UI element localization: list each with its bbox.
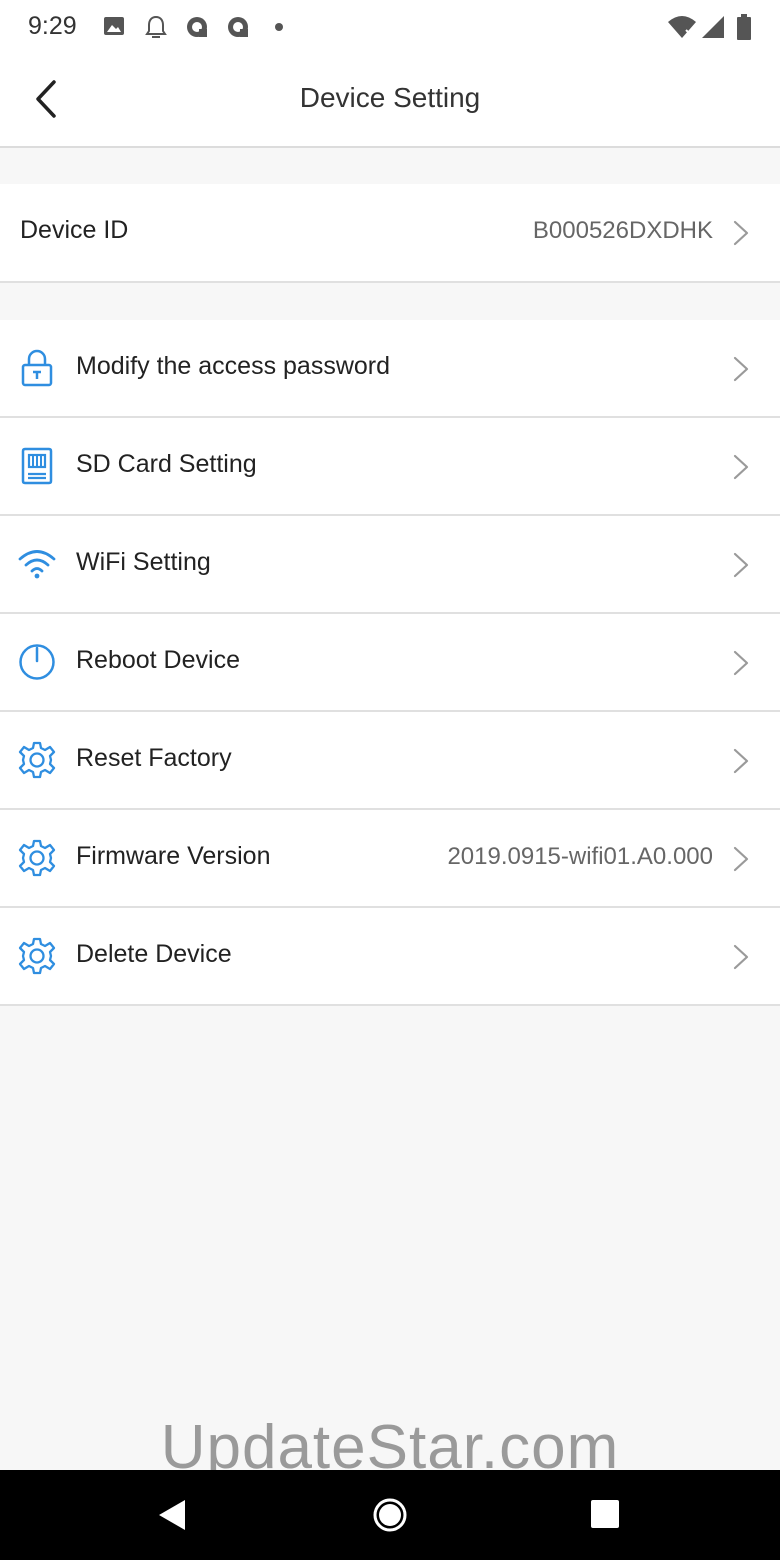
signal-icon [702, 16, 724, 38]
device-id-section: Device ID B000526DXDHK [0, 184, 780, 283]
reboot-device-label: Reboot Device [76, 646, 240, 674]
sd-card-icon [21, 447, 53, 485]
device-id-value: B000526DXDHK [532, 217, 713, 244]
sync-icon [228, 17, 248, 37]
sd-card-setting-row[interactable]: SD Card Setting [0, 418, 780, 516]
firmware-version-row[interactable]: Firmware Version 2019.0915-wifi01.A0.000 [0, 810, 780, 908]
gear-icon [18, 839, 56, 877]
modify-password-row[interactable]: Modify the access password [0, 320, 780, 418]
reboot-device-row[interactable]: Reboot Device [0, 614, 780, 712]
reset-factory-row[interactable]: Reset Factory [0, 712, 780, 810]
gear-icon [18, 741, 56, 779]
chevron-right-icon [733, 454, 749, 480]
recents-square-icon[interactable] [590, 1499, 620, 1529]
page-title: Device Setting [299, 82, 481, 113]
status-time: 9:29 [28, 12, 77, 40]
settings-list: Modify the access password SD Card Setti… [0, 320, 780, 1006]
wifi-icon [18, 550, 56, 579]
device-id-row[interactable]: Device ID B000526DXDHK [0, 184, 780, 283]
notification-icon [145, 15, 167, 38]
lock-icon [21, 349, 53, 387]
wifi-setting-label: WiFi Setting [76, 548, 211, 576]
sd-card-setting-label: SD Card Setting [76, 450, 257, 478]
delete-device-row[interactable]: Delete Device [0, 908, 780, 1006]
battery-icon [737, 14, 751, 40]
home-circle-icon[interactable] [372, 1497, 408, 1533]
chevron-right-icon [733, 846, 749, 872]
modify-password-label: Modify the access password [76, 352, 391, 380]
image-icon [104, 17, 124, 35]
app-bar: Device Setting [0, 56, 780, 148]
dot-icon [275, 23, 283, 31]
chevron-right-icon [733, 748, 749, 774]
power-icon [19, 644, 55, 680]
chevron-right-icon [733, 552, 749, 578]
wifi-icon [668, 16, 696, 39]
reset-factory-label: Reset Factory [76, 744, 232, 772]
gear-icon [18, 937, 56, 975]
firmware-version-value: 2019.0915-wifi01.A0.000 [447, 843, 713, 870]
back-triangle-icon[interactable] [157, 1498, 187, 1532]
chevron-right-icon [733, 650, 749, 676]
sync-icon [187, 17, 207, 37]
chevron-right-icon [733, 944, 749, 970]
chevron-right-icon [733, 356, 749, 382]
wifi-setting-row[interactable]: WiFi Setting [0, 516, 780, 614]
delete-device-label: Delete Device [76, 940, 232, 968]
navigation-bar [0, 1470, 780, 1560]
device-id-label: Device ID [20, 216, 129, 244]
firmware-version-label: Firmware Version [76, 842, 271, 870]
status-bar: 9:29 [0, 0, 780, 56]
chevron-right-icon [733, 220, 749, 246]
